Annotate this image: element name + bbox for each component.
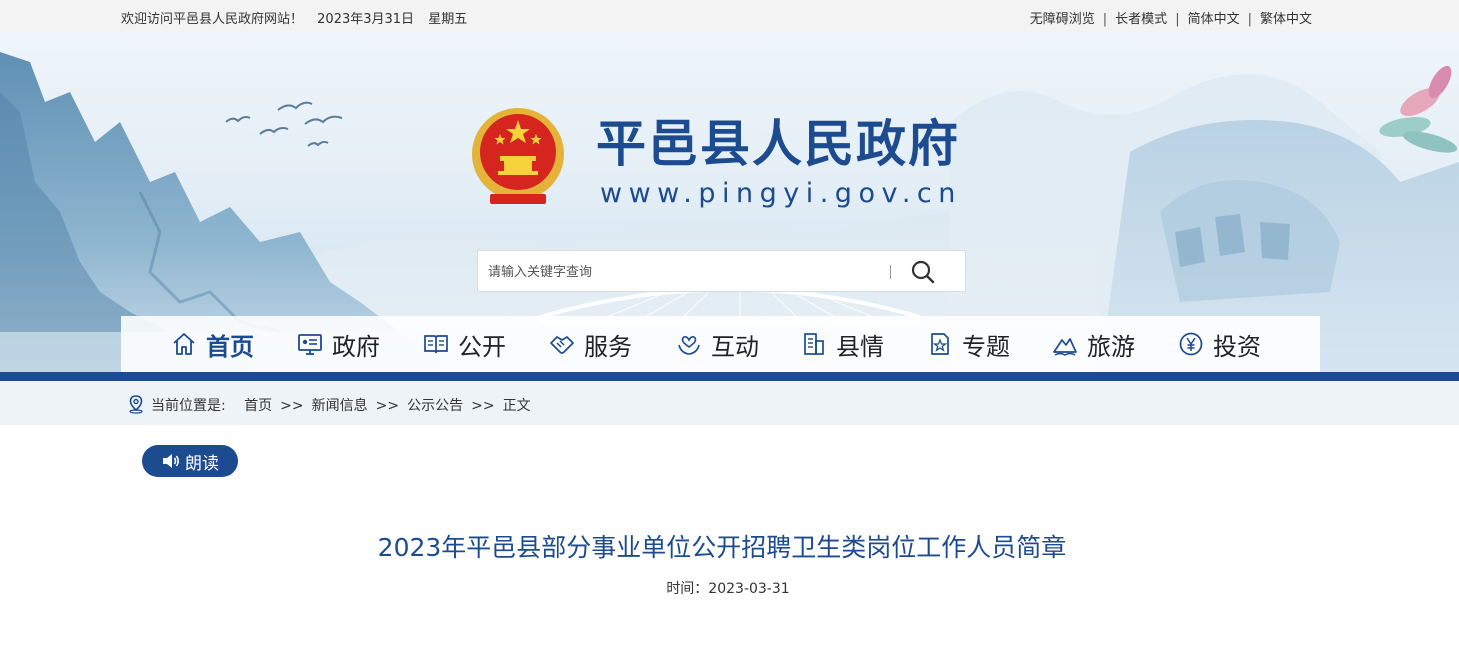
site-url: www.pingyi.gov.cn bbox=[600, 178, 962, 209]
simplified-chinese-link[interactable]: 简体中文 bbox=[1188, 12, 1240, 27]
search-divider bbox=[890, 265, 891, 279]
star-doc-icon bbox=[931, 333, 949, 355]
search-icon[interactable] bbox=[908, 259, 938, 285]
nav-label: 投资 bbox=[1213, 332, 1261, 361]
nav-label: 公开 bbox=[458, 332, 506, 361]
breadcrumb-separator: >> bbox=[471, 398, 495, 414]
breadcrumb: 当前位置是: 首页 >> 新闻信息 >> 公示公告 >> 正文 bbox=[0, 381, 1459, 425]
speaker-icon bbox=[163, 454, 180, 468]
main-nav: 首页 政府 公开 服务 互动 县情 专题 旅游 投资 bbox=[121, 316, 1320, 372]
nav-item-government[interactable]: 政府 bbox=[297, 316, 380, 372]
nav-item-tourism[interactable]: 旅游 bbox=[1052, 316, 1135, 372]
monitor-icon bbox=[298, 334, 322, 355]
nav-item-investment[interactable]: 投资 bbox=[1178, 316, 1261, 372]
nav-item-home[interactable]: 首页 bbox=[171, 316, 254, 372]
separator: | bbox=[1102, 12, 1108, 27]
building-icon bbox=[804, 333, 824, 355]
breadcrumb-lead: 当前位置是: bbox=[151, 398, 226, 414]
nav-item-county-info[interactable]: 县情 bbox=[801, 316, 884, 372]
separator: | bbox=[1175, 12, 1180, 27]
handshake-icon bbox=[550, 336, 574, 354]
article-time: 时间：2023-03-31 bbox=[666, 581, 790, 597]
yuan-icon bbox=[1179, 332, 1203, 356]
nav-item-topics[interactable]: 专题 bbox=[927, 316, 1010, 372]
read-aloud-button[interactable]: 朗读 bbox=[142, 445, 238, 477]
nav-item-interaction[interactable]: 互动 bbox=[676, 316, 759, 372]
site-title: 平邑县人民政府 bbox=[596, 115, 960, 173]
nav-label: 首页 bbox=[206, 332, 254, 361]
current-date: 2023年3月31日 bbox=[317, 12, 415, 27]
welcome-text: 欢迎访问平邑县人民政府网站！ 2023年3月31日 星期五 bbox=[121, 8, 477, 27]
breadcrumb-current: 正文 bbox=[502, 398, 531, 414]
nav-label: 互动 bbox=[711, 332, 759, 361]
elderly-mode-link[interactable]: 长者模式 bbox=[1115, 12, 1167, 27]
breadcrumb-notices[interactable]: 公示公告 bbox=[407, 398, 463, 414]
nav-underline-bar bbox=[0, 372, 1459, 381]
breadcrumb-separator: >> bbox=[280, 398, 304, 414]
traditional-chinese-link[interactable]: 繁体中文 bbox=[1260, 12, 1312, 27]
article-title: 2023年平邑县部分事业单位公开招聘卫生类岗位工作人员简章 bbox=[377, 533, 1067, 562]
nav-item-services[interactable]: 服务 bbox=[549, 316, 632, 372]
top-bar: 欢迎访问平邑县人民政府网站！ 2023年3月31日 星期五 无障碍浏览 | 长者模式… bbox=[0, 0, 1459, 32]
nav-label: 服务 bbox=[584, 332, 632, 361]
breadcrumb-home[interactable]: 首页 bbox=[244, 398, 272, 414]
separator: | bbox=[1247, 12, 1252, 27]
nav-label: 专题 bbox=[962, 332, 1010, 361]
read-aloud-label: 朗读 bbox=[185, 453, 219, 474]
nav-label: 县情 bbox=[836, 332, 884, 361]
nav-label: 政府 bbox=[332, 332, 380, 361]
breadcrumb-news[interactable]: 新闻信息 bbox=[312, 398, 368, 414]
welcome-message: 欢迎访问平邑县人民政府网站！ bbox=[121, 12, 304, 27]
nav-label: 旅游 bbox=[1087, 332, 1135, 361]
breadcrumb-trail: 当前位置是: 首页 >> 新闻信息 >> 公示公告 >> 正文 bbox=[151, 395, 531, 415]
location-pin-icon bbox=[129, 395, 143, 414]
mountain-icon bbox=[1053, 338, 1077, 356]
breadcrumb-separator: >> bbox=[375, 398, 400, 414]
search-box bbox=[477, 250, 966, 292]
home-icon bbox=[173, 333, 195, 355]
current-weekday: 星期五 bbox=[428, 12, 468, 27]
accessibility-link[interactable]: 无障碍浏览 bbox=[1030, 12, 1095, 27]
book-icon bbox=[424, 335, 448, 354]
heart-hands-icon bbox=[678, 336, 700, 355]
search-input[interactable] bbox=[488, 261, 878, 283]
national-emblem-logo bbox=[472, 108, 564, 204]
nav-item-disclosure[interactable]: 公开 bbox=[423, 316, 506, 372]
topbar-links: 无障碍浏览 | 长者模式 | 简体中文 | 繁体中文 bbox=[1030, 8, 1312, 27]
